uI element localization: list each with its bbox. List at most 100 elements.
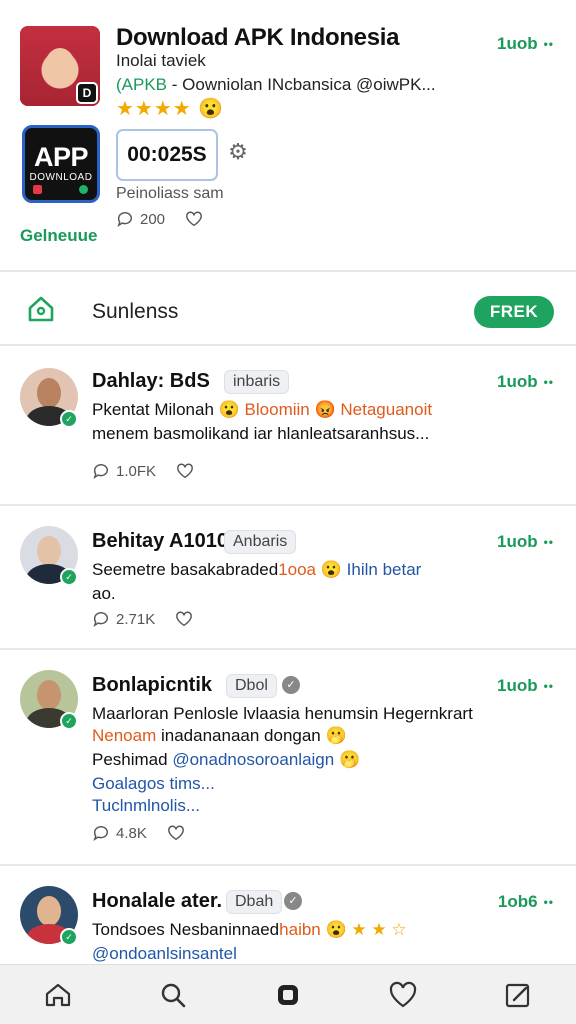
- app-screen: D Download APK Indonesia 1uob •• Inolai …: [0, 0, 576, 1024]
- comment-button[interactable]: 2.71K: [92, 610, 155, 628]
- description-line: (APKB - Oowniolan INcbansica @oiwPK...: [116, 75, 436, 95]
- comment-count: 1.0FK: [116, 462, 157, 480]
- post-time-text: 1ob6: [497, 892, 538, 911]
- post-line-3: Peshimad @onadnosoroanlaign 🫢: [92, 750, 360, 770]
- more-options-icon[interactable]: ••: [544, 375, 554, 389]
- nav-search[interactable]: [153, 975, 193, 1015]
- more-options-icon[interactable]: ••: [544, 895, 554, 909]
- search-icon: [161, 983, 186, 1007]
- post-text: Seemetre basakabraded: [92, 560, 279, 579]
- heart-icon: [390, 981, 417, 1007]
- header-stats: 200: [116, 210, 203, 228]
- heart-icon: [176, 611, 193, 627]
- post-line-5[interactable]: Tuclnmlnolis...: [92, 796, 200, 816]
- post-time: 1ob6 ••: [498, 892, 554, 912]
- timer-display[interactable]: 00:025S: [116, 129, 218, 181]
- post-line-1: Tondsoes Nesbaninnaedhaibn 😮 ★ ★ ☆: [92, 920, 407, 940]
- app-icon-text: APP: [33, 142, 89, 172]
- post-time-text: 1uob: [496, 532, 538, 551]
- post-text: Pkentat Milonah: [92, 400, 219, 419]
- emoji-icon: 🫢: [325, 726, 347, 745]
- like-button[interactable]: [176, 462, 194, 480]
- app-icon-green-mark: [79, 185, 88, 194]
- post-chip: Dbah: [226, 890, 283, 914]
- heart-icon: [177, 463, 193, 479]
- post-line-2: ao.: [92, 584, 116, 603]
- list-item[interactable]: ✓ Honalale ater. Dbah ✓ 1ob6 •• Tondsoes…: [0, 866, 576, 966]
- page-subtitle: Inolai taviek: [116, 51, 206, 70]
- more-options-icon[interactable]: ••: [544, 679, 554, 693]
- section-label: Sunlenss: [92, 300, 179, 323]
- comment-count: 2.71K: [116, 610, 156, 628]
- verified-badge-icon: ✓: [60, 568, 78, 586]
- post-line-1: Maarloran Penlosle lvlaasia henumsin Heg…: [92, 704, 473, 723]
- like-button[interactable]: [175, 610, 193, 628]
- comment-count: 4.8K: [116, 824, 147, 842]
- app-icon[interactable]: APP DOWNLOAD: [22, 125, 100, 203]
- app-icon-red-mark: [33, 185, 42, 194]
- post-mention[interactable]: @onadnosoroanlaign: [172, 750, 334, 769]
- list-item[interactable]: ✓ Behitay A1010 Anbaris 1uob •• Seemetre…: [0, 506, 576, 650]
- more-options-icon[interactable]: ••: [544, 535, 554, 549]
- app-icon-subtext: DOWNLOAD: [29, 172, 93, 183]
- post-stats: 4.8K: [92, 824, 185, 842]
- nav-messages[interactable]: [268, 975, 308, 1015]
- avatar-badge: D: [76, 82, 98, 104]
- post-time: 1uob ••: [497, 532, 554, 552]
- description-tag[interactable]: (APKB: [116, 75, 167, 94]
- rating-stars: ★★★★ 😮: [116, 96, 224, 121]
- heart-icon: [167, 825, 184, 841]
- emoji-icon: 😮: [198, 98, 225, 120]
- verified-badge-icon: ✓: [60, 410, 78, 428]
- post-line-1: Seemetre basakabraded1ooa 😮 Ihiln betar: [92, 560, 421, 580]
- speech-bubble-icon: [93, 464, 108, 479]
- header-likes[interactable]: 200: [116, 210, 165, 228]
- emoji-icon: 😮: [218, 400, 240, 419]
- star-icon: ★ ★ ☆: [351, 920, 407, 939]
- like-button[interactable]: [167, 824, 185, 842]
- post-line-2: menem basmolikand iar hlanleatsaranhsus.…: [92, 424, 430, 443]
- header-time: 1uob ••: [497, 34, 554, 54]
- post-time-text: 1uob: [496, 372, 538, 391]
- bottom-nav: [0, 964, 576, 1024]
- emoji-icon: 😮: [325, 920, 347, 939]
- post-time: 1uob ••: [497, 372, 554, 392]
- verified-badge-icon: ✓: [60, 928, 78, 946]
- more-options-icon[interactable]: ••: [544, 37, 554, 51]
- post-stats: 2.71K: [92, 610, 193, 628]
- post-link[interactable]: Ihiln betar: [347, 560, 422, 579]
- nav-home[interactable]: [38, 975, 78, 1015]
- nav-compose[interactable]: [498, 975, 538, 1015]
- likes-count: 200: [140, 210, 166, 228]
- post-author[interactable]: Behitay A1010: [92, 530, 228, 553]
- post-highlight: Netaguanoit: [340, 400, 433, 419]
- post-chip: Dbol: [226, 674, 277, 698]
- post-author[interactable]: Honalale ater.: [92, 890, 222, 913]
- post-chip: inbaris: [224, 370, 290, 394]
- nav-favorites[interactable]: [383, 975, 423, 1015]
- post-stats: 1.0FK: [92, 462, 194, 480]
- gear-icon[interactable]: ⚙: [226, 138, 250, 166]
- post-line-4[interactable]: Goalagos tims...: [92, 774, 215, 794]
- verified-icon: ✓: [282, 676, 300, 694]
- list-item[interactable]: ✓ Dahlay: BdS inbaris 1uob •• Pkentat Mi…: [0, 348, 576, 506]
- post-line-2[interactable]: @ondoanlsinsantel: [92, 944, 237, 964]
- home-icon[interactable]: [26, 294, 56, 324]
- star-icons: ★★★★: [116, 98, 192, 120]
- profile-avatar[interactable]: D: [20, 26, 100, 106]
- section-bar: Sunlenss FREK: [0, 274, 576, 346]
- comment-button[interactable]: 4.8K: [92, 824, 147, 842]
- home-icon: [45, 983, 70, 1006]
- post-highlight: Bloomiin: [244, 400, 310, 419]
- header-time-text: 1uob: [496, 34, 538, 53]
- post-text: inadananaan dongan: [156, 726, 321, 745]
- follow-button[interactable]: FREK: [474, 296, 554, 328]
- post-chip: Anbaris: [224, 530, 297, 554]
- post-highlight: haibn: [279, 920, 321, 939]
- post-author[interactable]: Dahlay: BdS: [92, 370, 210, 393]
- header-heart[interactable]: [185, 210, 203, 228]
- comment-button[interactable]: 1.0FK: [92, 462, 156, 480]
- list-item[interactable]: ✓ Bonlapicntik Dbol ✓ 1uob •• Maarloran …: [0, 650, 576, 866]
- avatar-face: [45, 48, 75, 84]
- post-author[interactable]: Bonlapicntik: [92, 674, 212, 697]
